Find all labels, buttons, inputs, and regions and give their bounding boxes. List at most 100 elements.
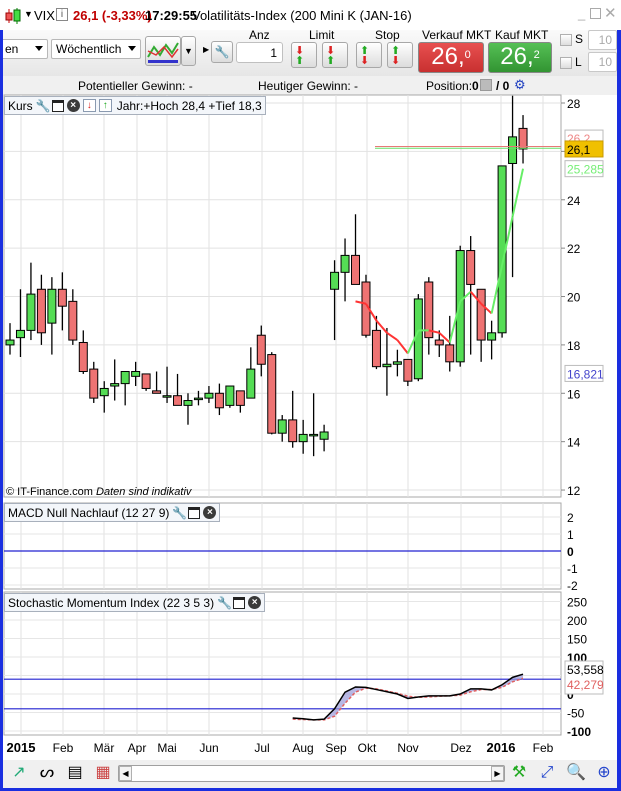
candle-down bbox=[68, 300, 78, 341]
candle-up bbox=[508, 136, 518, 164]
arrow-up-icon[interactable]: ↑ bbox=[98, 99, 112, 112]
price-tick-label: 22 bbox=[567, 242, 581, 256]
price-tick-label: 12 bbox=[567, 484, 581, 498]
candle-up bbox=[487, 332, 497, 341]
candle-down bbox=[235, 390, 245, 406]
candle-down bbox=[89, 368, 99, 399]
macd-panel-title: MACD Null Nachlauf (12 27 9) bbox=[8, 505, 170, 520]
panel-frame bbox=[3, 591, 562, 736]
time-axis-label: Sep bbox=[325, 741, 347, 755]
watermark: © IT-Finance.com Daten sind indikativ bbox=[6, 486, 191, 498]
year-range-text: Jahr:+Hoch 28,4 +Tief 18,3 bbox=[116, 98, 262, 113]
time-axis-label: Nov bbox=[397, 741, 418, 755]
smi-panel-title: Stochastic Momentum Index (22 3 5 3) bbox=[8, 595, 215, 610]
chart-canvas[interactable]: 28262422201816141226,226,125,28516,82121… bbox=[0, 0, 621, 791]
candle-down bbox=[267, 354, 277, 434]
candle-up bbox=[277, 419, 287, 434]
time-axis-label: Mär bbox=[94, 741, 115, 755]
time-axis-label: Dez bbox=[450, 741, 471, 755]
indicator-value-label: 25,285 bbox=[567, 163, 604, 177]
time-axis-label: Aug bbox=[292, 741, 313, 755]
price-tick-label: 28 bbox=[567, 97, 581, 111]
candle-up bbox=[204, 392, 214, 399]
candle-down bbox=[36, 288, 46, 334]
macd-tick-label: -2 bbox=[567, 579, 578, 593]
time-axis-label: Feb bbox=[53, 741, 74, 755]
candle-down bbox=[518, 127, 528, 150]
candle-up bbox=[26, 293, 36, 331]
smi-tick-label: -100 bbox=[567, 725, 591, 739]
candle-up bbox=[162, 395, 172, 398]
scroll-left-button[interactable]: ◀ bbox=[119, 766, 132, 781]
arrow-down-icon[interactable]: ↓ bbox=[82, 99, 96, 112]
candle-down bbox=[152, 390, 162, 394]
wrench-icon[interactable]: 🔧 bbox=[217, 596, 232, 610]
window-icon[interactable] bbox=[188, 506, 201, 519]
price-tick-label: 18 bbox=[567, 339, 581, 353]
low-marker-label: 16,821 bbox=[567, 367, 604, 381]
main-panel-header: Kurs 🔧 × ↓ ↑ Jahr:+Hoch 28,4 +Tief 18,3 bbox=[4, 96, 266, 115]
time-axis-label: Jun bbox=[199, 741, 218, 755]
wrench-icon[interactable]: 🔧 bbox=[36, 99, 51, 113]
candle-up bbox=[382, 363, 392, 368]
candle-up bbox=[47, 288, 57, 324]
macd-tick-label: -1 bbox=[567, 562, 578, 576]
time-axis-label: Jul bbox=[254, 741, 269, 755]
smi-signal-label: 42,279 bbox=[567, 678, 604, 692]
candle-down bbox=[371, 329, 381, 368]
candle-up bbox=[183, 400, 193, 406]
window-icon[interactable] bbox=[233, 596, 246, 609]
candle-up bbox=[120, 371, 130, 385]
candle-up bbox=[225, 385, 235, 406]
smi-value-label: 53,558 bbox=[567, 663, 604, 677]
candle-up bbox=[15, 329, 25, 339]
orderbook-icon[interactable]: ▦ bbox=[92, 762, 114, 784]
candle-up bbox=[99, 387, 109, 397]
candle-up bbox=[298, 433, 308, 443]
candle-up bbox=[319, 431, 329, 440]
price-tick-label: 16 bbox=[567, 387, 581, 401]
candle-down bbox=[214, 392, 224, 409]
candle-down bbox=[288, 419, 298, 443]
candle-up bbox=[330, 271, 340, 290]
macd-tick-label: 0 bbox=[567, 545, 574, 559]
candle-down bbox=[445, 344, 455, 363]
link-icon[interactable]: ᔕ bbox=[36, 762, 58, 784]
smi-tick-label: 150 bbox=[567, 633, 587, 647]
candle-up bbox=[110, 383, 120, 387]
candle-down bbox=[57, 288, 67, 307]
zoom-in-icon[interactable]: ⊕ bbox=[593, 762, 615, 784]
candle-down bbox=[78, 341, 88, 373]
candle-down bbox=[173, 395, 183, 406]
window-icon[interactable] bbox=[51, 99, 64, 112]
candle-up bbox=[131, 371, 141, 377]
report-icon[interactable]: ▤ bbox=[64, 762, 86, 784]
time-axis-label: Okt bbox=[358, 741, 377, 755]
time-axis-label: 2015 bbox=[7, 740, 36, 755]
smi-tick-label: -50 bbox=[567, 707, 585, 721]
close-panel-icon[interactable]: × bbox=[203, 506, 217, 519]
scroll-right-button[interactable]: ▶ bbox=[491, 766, 504, 781]
wrench-icon[interactable]: 🔧 bbox=[172, 506, 187, 520]
zoom-out-icon[interactable]: 🔍 bbox=[565, 762, 587, 784]
candle-up bbox=[5, 339, 15, 346]
macd-tick-label: 2 bbox=[567, 511, 574, 525]
export-chart-icon[interactable]: ↗ bbox=[8, 762, 30, 784]
main-panel-title: Kurs bbox=[8, 98, 33, 113]
candle-up bbox=[309, 433, 319, 437]
chart-scrollbar[interactable]: ◀ ▶ bbox=[118, 765, 505, 782]
candle-down bbox=[141, 373, 151, 389]
time-axis-label: Feb bbox=[533, 741, 554, 755]
candle-down bbox=[424, 281, 434, 339]
close-panel-icon[interactable]: × bbox=[248, 596, 262, 609]
chart-settings-icon[interactable]: ⚒ bbox=[508, 762, 530, 784]
macd-panel-header: MACD Null Nachlauf (12 27 9) 🔧 × bbox=[4, 503, 221, 522]
time-axis-label: 2016 bbox=[487, 740, 516, 755]
zoom-fit-icon[interactable]: ⤢ bbox=[536, 762, 558, 784]
candle-up bbox=[455, 250, 465, 363]
watermark-note: Daten sind indikativ bbox=[96, 486, 192, 498]
close-panel-icon[interactable]: × bbox=[66, 99, 80, 112]
candle-down bbox=[476, 288, 486, 341]
price-tick-label: 20 bbox=[567, 291, 581, 305]
candle-up bbox=[246, 368, 256, 399]
